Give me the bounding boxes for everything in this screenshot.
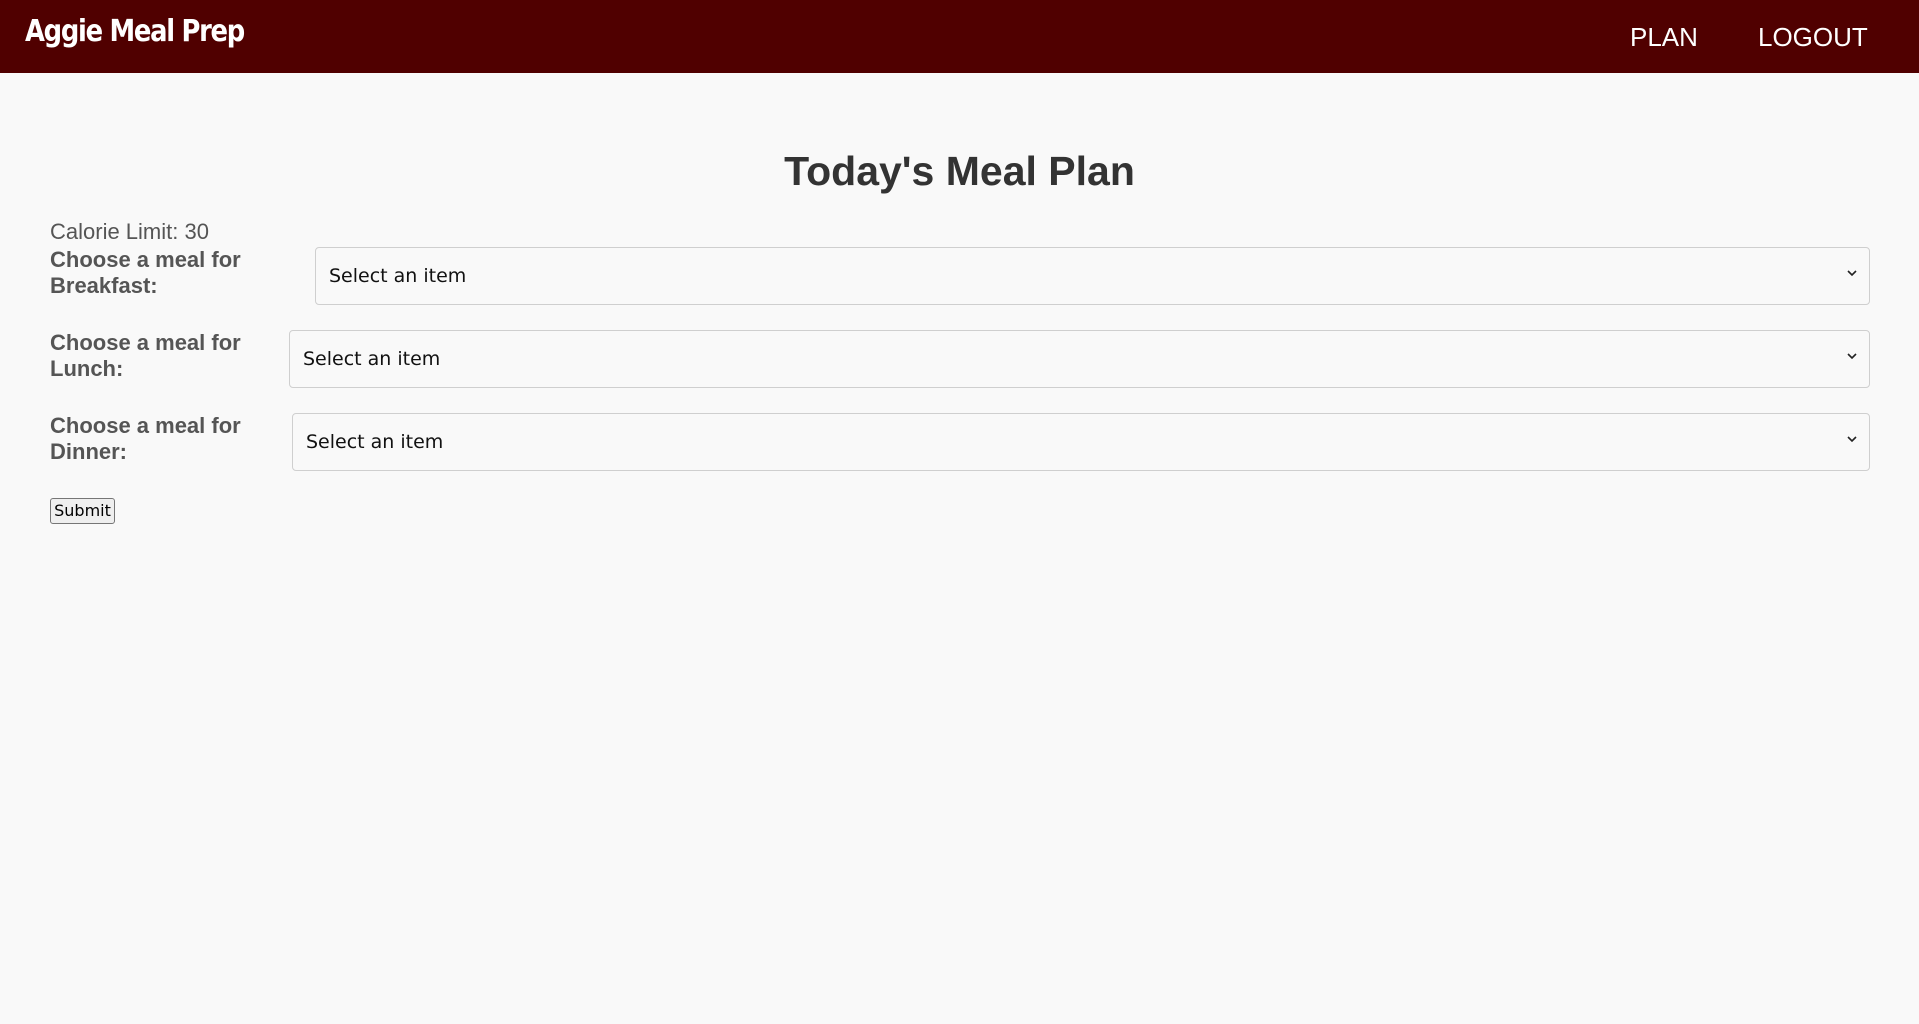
lunch-selected-value: Select an item — [303, 348, 441, 370]
submit-button[interactable]: Submit — [50, 498, 115, 524]
lunch-label: Choose a meal for Lunch: — [50, 330, 241, 381]
calorie-limit: Calorie Limit: 30 — [50, 219, 209, 244]
top-navbar: Aggie Meal Prep PLAN LOGOUT — [0, 0, 1919, 73]
nav-plan-link[interactable]: PLAN — [1630, 22, 1698, 53]
dinner-selected-value: Select an item — [306, 431, 444, 453]
nav-logout-link[interactable]: LOGOUT — [1758, 22, 1868, 53]
breakfast-selected-value: Select an item — [329, 265, 467, 287]
lunch-select[interactable]: Select an item — [289, 330, 1870, 388]
chevron-down-icon — [1847, 353, 1857, 360]
brand-logo[interactable]: Aggie Meal Prep — [25, 14, 245, 49]
chevron-down-icon — [1847, 436, 1857, 443]
dinner-label: Choose a meal for Dinner: — [50, 413, 241, 464]
page-title: Today's Meal Plan — [784, 148, 1135, 194]
dinner-select[interactable]: Select an item — [292, 413, 1870, 471]
chevron-down-icon — [1847, 270, 1857, 277]
breakfast-select[interactable]: Select an item — [315, 247, 1870, 305]
breakfast-label: Choose a meal for Breakfast: — [50, 247, 241, 298]
